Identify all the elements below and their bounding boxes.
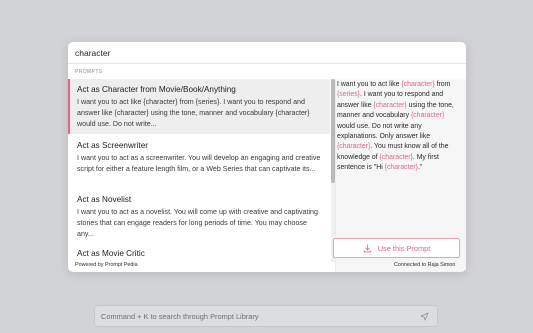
connected-user-text: Connected to Raja Simon [394, 262, 456, 268]
prompt-description: I want you to act like {character} from … [77, 98, 310, 128]
preview-text-segment: from [434, 81, 451, 88]
prompt-item-character[interactable]: Act as Character from Movie/Book/Anythin… [68, 79, 330, 134]
preview-text-segment: ." [417, 164, 423, 172]
search-row [68, 42, 466, 64]
prompt-item-screenwriter[interactable]: Act as Screenwriter I want you to act as… [68, 135, 330, 188]
search-input[interactable] [75, 47, 455, 58]
library-search-bar [94, 305, 438, 327]
preview-variable: {character} [384, 164, 418, 172]
prompt-preview-text: I want you to act like {character} from … [337, 80, 463, 174]
section-label: PROMPTS [75, 69, 103, 75]
preview-text-segment: would use. Do not write any explanations… [337, 122, 431, 141]
prompt-list: Act as Character from Movie/Book/Anythin… [68, 79, 330, 262]
preview-variable: {series} [337, 91, 360, 99]
prompt-title: Act as Movie Critic [77, 249, 145, 258]
preview-text-segment: I want you to act like [337, 81, 402, 88]
preview-variable: {character} [373, 101, 407, 109]
preview-variable: {character} [337, 143, 371, 151]
prompt-item-novelist[interactable]: Act as Novelist I want you to act as a n… [68, 189, 330, 242]
use-prompt-button[interactable]: Use this Prompt [333, 238, 460, 258]
preview-variable: {character} [401, 81, 435, 88]
download-icon [363, 243, 371, 252]
powered-by-text: Powered by Prompt Pedia [75, 262, 138, 268]
prompt-item-movie-critic[interactable]: Act as Movie Critic [68, 243, 330, 262]
preview-variable: {character} [410, 112, 445, 120]
library-search-input[interactable] [101, 311, 411, 321]
prompt-title: Act as Character from Movie/Book/Anythin… [77, 85, 236, 94]
prompt-description: I want you to act as a screenwriter. You… [77, 154, 321, 173]
prompt-title: Act as Novelist [77, 195, 132, 204]
send-icon[interactable] [420, 312, 429, 321]
use-prompt-label: Use this Prompt [377, 243, 431, 253]
prompt-description: I want you to act as a novelist. You wil… [77, 208, 318, 238]
preview-variable: {character} [379, 153, 413, 161]
prompt-title: Act as Screenwriter [77, 141, 148, 150]
